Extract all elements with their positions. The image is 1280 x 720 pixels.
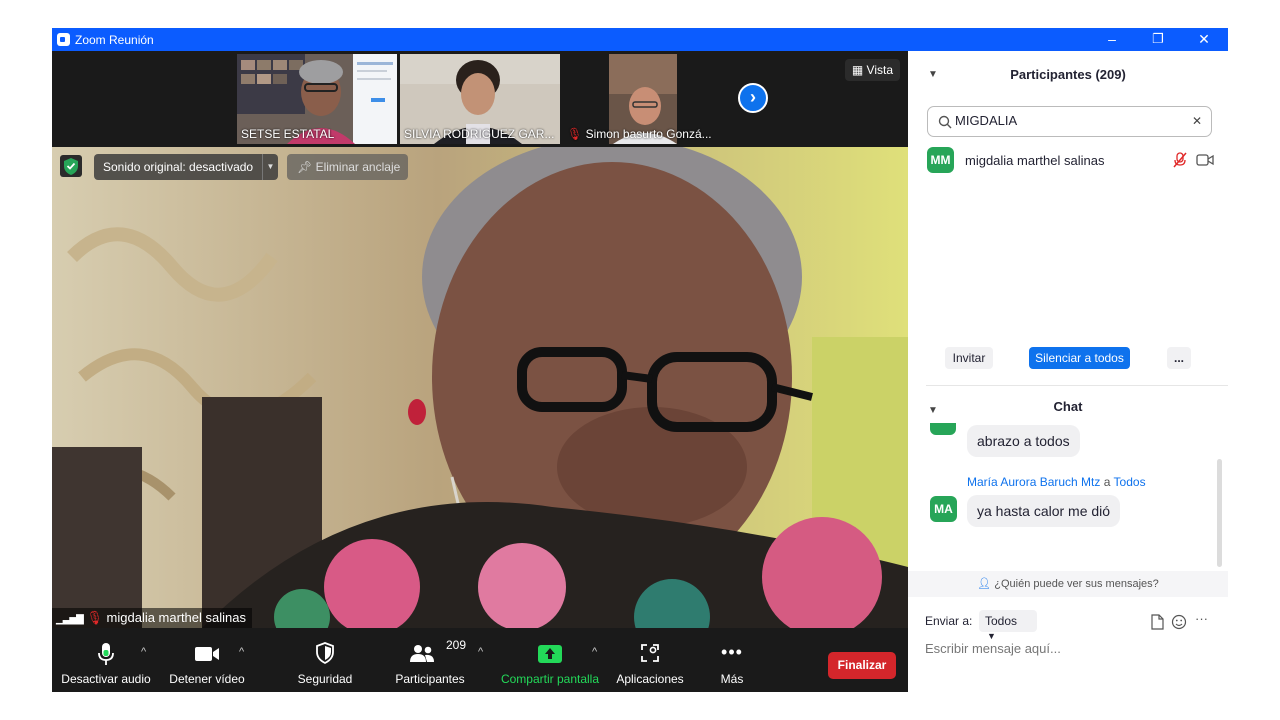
chat-panel-title: Chat — [1053, 399, 1083, 414]
participants-count: 209 — [446, 638, 467, 652]
minimize-button[interactable]: – — [1089, 28, 1135, 51]
participant-search-box[interactable]: ✕ — [927, 106, 1212, 137]
shield-icon — [316, 642, 334, 664]
title-bar: Zoom Reunión – ❐ ✕ — [52, 28, 1228, 51]
share-screen-button[interactable]: Compartir pantalla — [498, 628, 602, 692]
security-button[interactable]: Seguridad — [285, 628, 365, 692]
clear-search-icon[interactable]: ✕ — [1192, 114, 1202, 128]
participants-button[interactable]: 209 Participantes — [390, 628, 470, 692]
thumbnail-strip: SETSE ESTATAL SILVIA RODRIGUEZ GAR... 🎙︎… — [52, 51, 908, 147]
main-speaker-video: Sonido original: desactivado ▼ 📌︎ Elimin… — [52, 147, 908, 628]
apps-icon — [641, 644, 659, 662]
send-to-dropdown[interactable]: Todos ▼ — [979, 610, 1037, 641]
thumbnail-name: SILVIA RODRIGUEZ GAR... — [404, 127, 555, 141]
mute-all-button[interactable]: Silenciar a todos — [1029, 347, 1130, 369]
apps-button[interactable]: Aplicaciones — [610, 628, 690, 692]
avatar: MM — [927, 147, 954, 173]
stop-video-button[interactable]: Detener vídeo — [164, 628, 250, 692]
muted-mic-icon — [1173, 152, 1187, 168]
mute-audio-button[interactable]: Desactivar audio — [56, 628, 156, 692]
encryption-shield-icon[interactable] — [60, 155, 82, 177]
muted-mic-icon: 🎙︎ — [86, 610, 103, 625]
microphone-icon — [98, 643, 114, 665]
people-icon: 👤︎ — [977, 578, 992, 590]
more-dots-icon: ••• — [721, 642, 743, 662]
view-button[interactable]: ▦ Vista — [844, 59, 900, 81]
speaker-video-image — [52, 147, 908, 628]
participants-panel-title: Participantes (209) — [1010, 67, 1126, 82]
chat-scrollbar[interactable] — [1217, 459, 1222, 567]
thumbnail-video[interactable]: SILVIA RODRIGUEZ GAR... — [400, 54, 560, 144]
speaker-name-label: ▁▃▅▇ 🎙︎ migdalia marthel salinas — [52, 608, 252, 628]
chat-message-list: abrazo a todos María Aurora Baruch Mtz a… — [908, 423, 1228, 571]
video-area: SETSE ESTATAL SILVIA RODRIGUEZ GAR... 🎙︎… — [52, 51, 908, 628]
side-panel: ▼ Participantes (209) ✕ MM migdalia mart… — [908, 51, 1228, 692]
audio-options-caret-icon[interactable]: ^ — [141, 646, 146, 658]
original-sound-caret-icon[interactable]: ▼ — [262, 154, 278, 180]
participant-name: migdalia marthel salinas — [965, 153, 1105, 168]
grid-icon: ▦ — [851, 63, 864, 77]
video-camera-icon — [195, 647, 219, 661]
chat-more-icon[interactable]: ··· — [1195, 611, 1208, 626]
chat-sender-line: María Aurora Baruch Mtz a Todos — [967, 475, 1146, 489]
file-icon[interactable] — [1150, 614, 1164, 630]
meeting-toolbar: Desactivar audio ^ Detener vídeo ^ Segur… — [52, 628, 908, 692]
thumbnail-name: 🎙︎ Simon basurto Gonzá... — [567, 127, 712, 141]
end-meeting-button[interactable]: Finalizar — [828, 652, 896, 679]
next-page-arrow-icon[interactable]: › — [738, 83, 768, 113]
thumbnail-video[interactable]: SETSE ESTATAL — [237, 54, 397, 144]
participant-search-input[interactable] — [955, 113, 1175, 128]
participants-more-button[interactable]: ... — [1167, 347, 1191, 369]
participants-icon — [410, 645, 434, 662]
search-icon — [938, 115, 952, 129]
zoom-window: Zoom Reunión – ❐ ✕ SETSE ESTATAL SILVIA … — [52, 28, 1228, 692]
invite-button[interactable]: Invitar — [945, 347, 993, 369]
thumbnail-video[interactable]: 🎙︎ Simon basurto Gonzá... — [563, 54, 723, 144]
send-to-label: Enviar a: — [925, 614, 973, 628]
remove-pin-button[interactable]: 📌︎ Eliminar anclaje — [287, 154, 409, 180]
muted-mic-icon: 🎙︎ — [567, 127, 583, 141]
share-screen-icon — [538, 645, 562, 663]
participants-options-caret-icon[interactable]: ^ — [478, 646, 483, 658]
close-button[interactable]: ✕ — [1181, 28, 1227, 51]
avatar: MA — [930, 496, 957, 522]
chat-message-bubble: ya hasta calor me dió — [967, 495, 1121, 527]
original-sound-toggle[interactable]: Sonido original: desactivado — [94, 154, 263, 180]
pin-icon: 📌︎ — [297, 160, 313, 174]
signal-bars-icon: ▁▃▅▇ — [56, 614, 84, 625]
video-off-camera-icon — [1196, 154, 1214, 166]
message-visibility-info[interactable]: 👤︎ ¿Quién puede ver sus mensajes? — [908, 571, 1228, 597]
avatar — [930, 423, 956, 435]
emoji-icon[interactable] — [1171, 614, 1187, 630]
chevron-down-icon: ▼ — [987, 631, 996, 641]
video-options-caret-icon[interactable]: ^ — [239, 646, 244, 658]
share-options-caret-icon[interactable]: ^ — [592, 646, 597, 658]
chat-message-input[interactable] — [925, 641, 1215, 656]
participant-row[interactable]: MM migdalia marthel salinas — [908, 145, 1228, 175]
chat-message-bubble: abrazo a todos — [967, 425, 1080, 457]
window-title: Zoom Reunión — [75, 33, 154, 47]
zoom-app-icon — [57, 33, 70, 46]
section-divider — [926, 385, 1228, 386]
more-button[interactable]: ••• Más — [700, 628, 764, 692]
thumbnail-name: SETSE ESTATAL — [241, 127, 335, 141]
shield-check-icon — [64, 158, 78, 175]
restore-button[interactable]: ❐ — [1135, 28, 1181, 51]
